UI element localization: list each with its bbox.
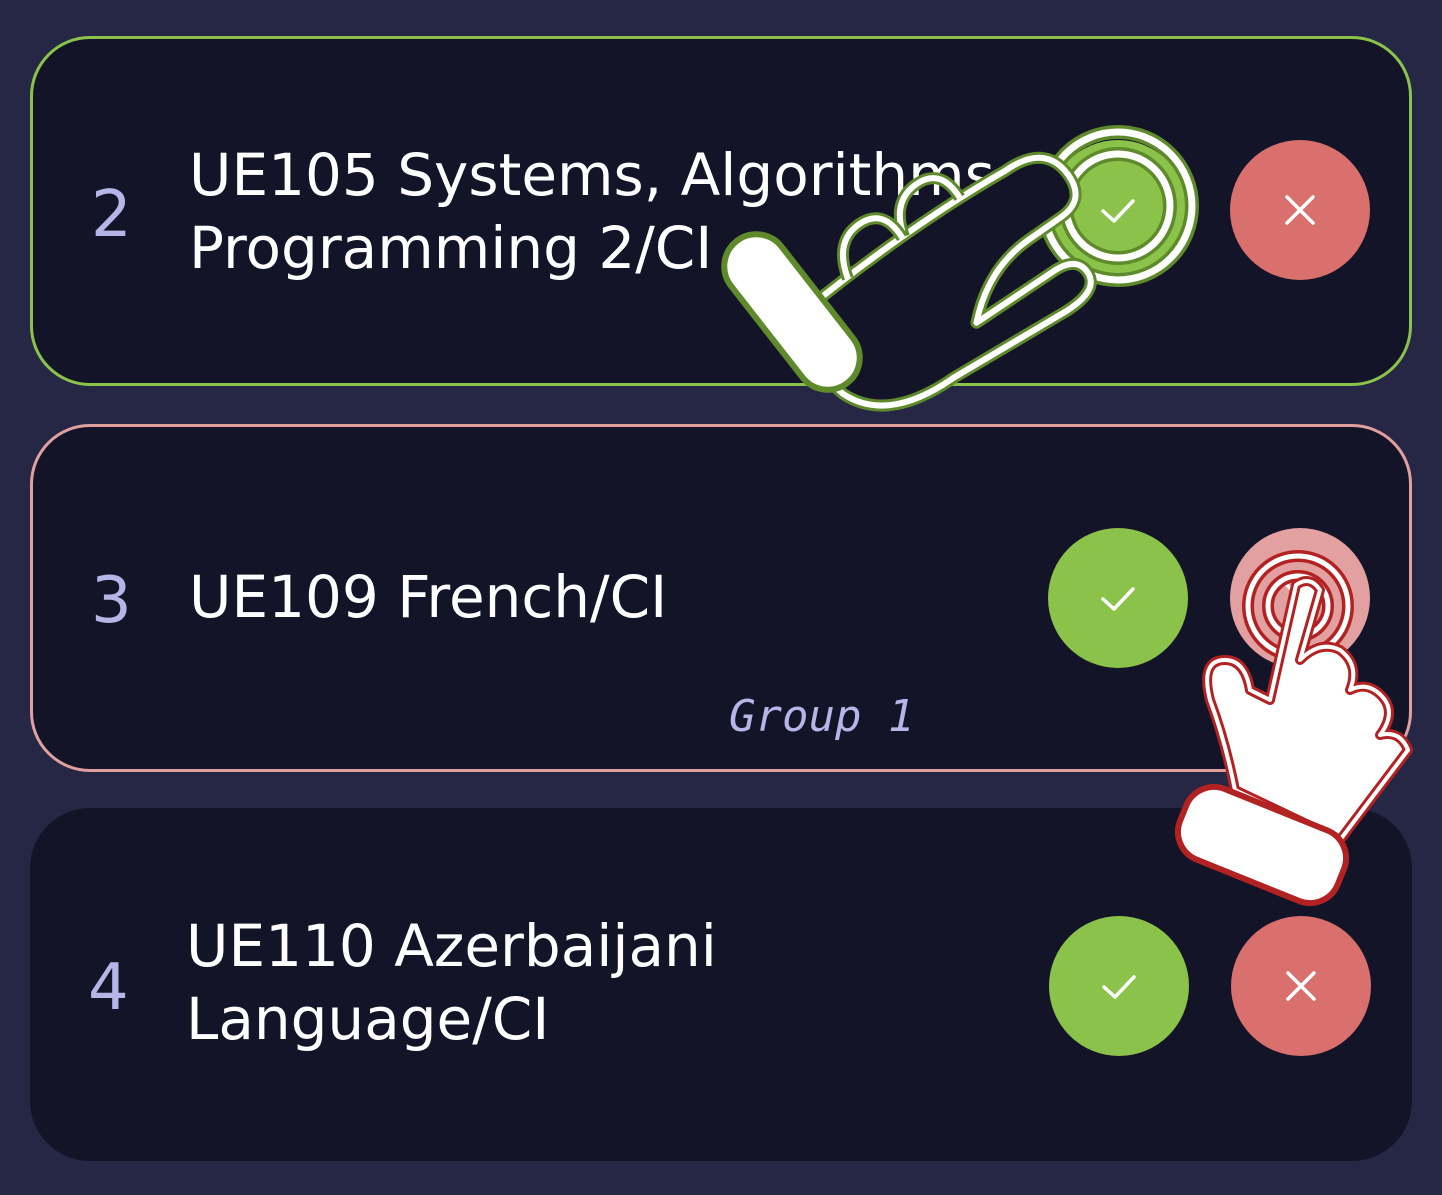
course-card: 3 UE109 French/CI Group 1 (30, 424, 1412, 772)
course-number: 2 (91, 178, 132, 252)
accept-button[interactable] (1048, 140, 1188, 280)
close-icon (1286, 971, 1316, 1001)
reject-button[interactable] (1231, 916, 1371, 1056)
course-title-line: Programming 2/CI (189, 214, 713, 282)
course-title: UE109 French/CI (189, 561, 667, 634)
reject-button[interactable] (1230, 140, 1370, 280)
accept-button[interactable] (1049, 916, 1189, 1056)
check-icon (1101, 587, 1135, 611)
check-icon (1101, 199, 1135, 223)
course-card: 2 UE105 Systems, Algorithms, Programming… (30, 36, 1412, 386)
course-title-line: UE109 French/CI (189, 563, 668, 631)
course-title-line: UE105 Systems, Algorithms, (189, 141, 1014, 209)
course-number: 3 (91, 564, 132, 638)
course-title: UE105 Systems, Algorithms, Programming 2… (189, 139, 1013, 285)
accept-button[interactable] (1048, 528, 1188, 668)
course-title: UE110 Azerbaijani Language/CI (186, 910, 717, 1056)
close-icon (1285, 583, 1315, 613)
reject-button[interactable] (1230, 528, 1370, 668)
check-icon (1102, 975, 1136, 999)
close-icon (1285, 195, 1315, 225)
course-number: 4 (88, 951, 129, 1025)
course-title-line: UE110 Azerbaijani (186, 912, 717, 980)
group-label: Group 1 (729, 691, 915, 742)
course-title-line: Language/CI (186, 985, 550, 1053)
course-card: 4 UE110 Azerbaijani Language/CI (30, 808, 1412, 1161)
